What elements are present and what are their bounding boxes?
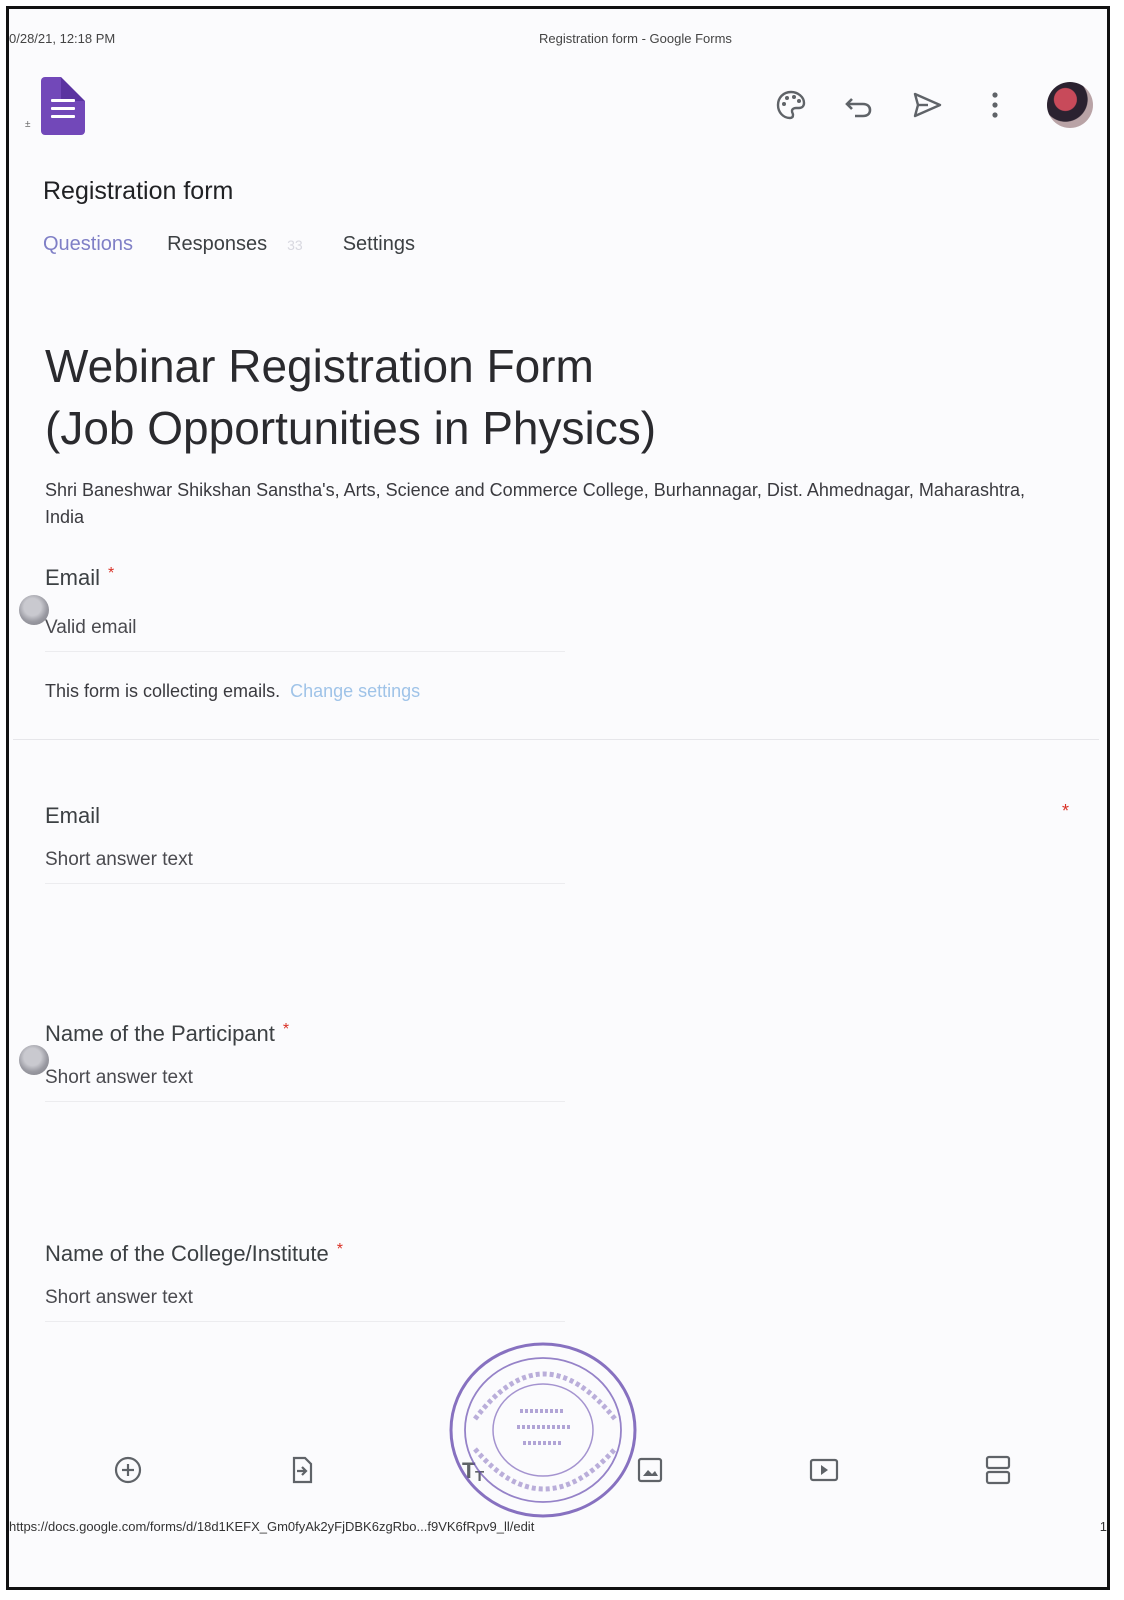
footer-url: https://docs.google.com/forms/d/18d1KEFX…: [9, 1519, 535, 1534]
email-collection-label: Email: [45, 565, 101, 590]
add-question-icon[interactable]: [111, 1453, 145, 1487]
form-title-line1: Webinar Registration Form: [45, 340, 594, 392]
print-timestamp: 0/28/21, 12:18 PM: [9, 31, 116, 46]
question-title[interactable]: Email: [45, 803, 100, 828]
add-section-icon[interactable]: [981, 1453, 1015, 1487]
tab-questions[interactable]: Questions: [43, 233, 133, 256]
tab-settings[interactable]: Settings: [343, 233, 415, 256]
undo-icon[interactable]: [839, 85, 879, 125]
toolbar: [743, 81, 1093, 129]
send-icon[interactable]: [907, 85, 947, 125]
print-header: 0/28/21, 12:18 PM Registration form - Go…: [9, 23, 1107, 46]
short-answer-placeholder: Short answer text: [45, 1287, 565, 1322]
print-page-title: Registration form - Google Forms: [539, 31, 732, 46]
form-name: Registration form: [43, 177, 234, 205]
question-item-email[interactable]: Email Short answer text: [45, 803, 565, 884]
palette-icon[interactable]: [771, 85, 811, 125]
question-title[interactable]: Name of the College/Institute: [45, 1241, 329, 1266]
required-mark: *: [1061, 801, 1069, 821]
form-title-line2: (Job Opportunities in Physics): [45, 402, 657, 454]
short-answer-placeholder: Short answer text: [45, 1067, 565, 1102]
question-title[interactable]: Name of the Participant: [45, 1021, 275, 1046]
short-answer-placeholder: Short answer text: [45, 849, 565, 884]
required-mark: *: [108, 565, 115, 582]
tab-bar: Questions Responses 33 Settings: [43, 233, 449, 256]
small-mark: ±: [25, 119, 31, 130]
avatar[interactable]: [1047, 82, 1093, 128]
email-input-placeholder: Valid email: [45, 617, 565, 652]
change-settings-link[interactable]: Change settings: [290, 681, 420, 701]
app-bar: ±: [9, 69, 1107, 149]
form-description[interactable]: Shri Baneshwar Shikshan Sanstha's, Arts,…: [45, 477, 1065, 531]
tab-responses[interactable]: Responses: [167, 233, 267, 256]
google-forms-logo-icon[interactable]: [41, 77, 85, 135]
import-questions-icon[interactable]: [285, 1453, 319, 1487]
email-collection-note: This form is collecting emails. Change se…: [45, 681, 420, 702]
responses-count-badge: 33: [287, 237, 303, 253]
page-frame: 0/28/21, 12:18 PM Registration form - Go…: [6, 6, 1110, 1590]
section-divider: [13, 739, 1099, 740]
college-seal-stamp: [449, 1342, 637, 1518]
email-collection-note-text: This form is collecting emails.: [45, 681, 281, 701]
required-mark: *: [336, 1241, 343, 1258]
cursor-dot: [19, 1045, 49, 1075]
cursor-dot: [19, 595, 49, 625]
add-video-icon[interactable]: [807, 1453, 841, 1487]
form-title[interactable]: Webinar Registration Form (Job Opportuni…: [45, 335, 845, 459]
footer-page-number: 1: [1099, 1519, 1107, 1534]
question-item-college-name[interactable]: Name of the College/Institute * Short ans…: [45, 1241, 565, 1322]
question-item-participant-name[interactable]: Name of the Participant * Short answer te…: [45, 1021, 565, 1102]
required-mark: *: [282, 1021, 290, 1038]
more-vert-icon[interactable]: [975, 85, 1015, 125]
email-collection-field: Email * Valid email: [45, 565, 565, 652]
